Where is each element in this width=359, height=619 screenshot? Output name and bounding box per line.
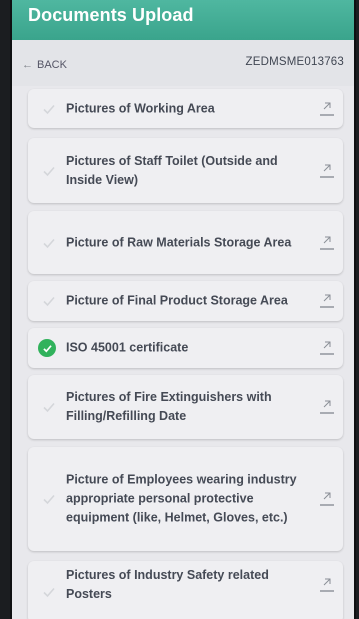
document-item-final-product[interactable]: Picture of Final Product Storage Area — [28, 281, 343, 321]
check-icon — [42, 492, 56, 506]
document-label: Pictures of Working Area — [66, 101, 215, 115]
document-item-employees-ppe[interactable]: Picture of Employees wearing industry ap… — [28, 447, 343, 551]
back-label: BACK — [37, 59, 67, 71]
document-label: Picture of Employees wearing industry ap… — [66, 472, 297, 525]
document-item-fire-extinguishers[interactable]: Pictures of Fire Extinguishers with Fill… — [28, 375, 343, 439]
upload-icon[interactable] — [319, 576, 335, 594]
back-button[interactable]: ← BACK — [22, 59, 67, 71]
document-item-raw-materials[interactable]: Picture of Raw Materials Storage Area — [28, 211, 343, 274]
app-bar: Documents Upload — [12, 0, 354, 40]
document-item-working-area[interactable]: Pictures of Working Area — [28, 89, 343, 128]
upload-icon[interactable] — [319, 162, 335, 180]
phone-screen: Documents Upload ← BACK ZEDMSME013763 Pi… — [10, 0, 356, 619]
check-icon — [42, 236, 56, 250]
upload-icon[interactable] — [319, 490, 335, 508]
check-icon — [42, 400, 56, 414]
upload-icon[interactable] — [319, 398, 335, 416]
document-label: Picture of Raw Materials Storage Area — [66, 235, 292, 249]
upload-icon[interactable] — [319, 339, 335, 357]
upload-icon[interactable] — [319, 292, 335, 310]
check-icon — [42, 102, 56, 116]
document-label: Pictures of Fire Extinguishers with Fill… — [66, 390, 272, 423]
document-label: Pictures of Staff Toilet (Outside and In… — [66, 153, 278, 187]
check-icon — [42, 585, 56, 599]
upload-icon[interactable] — [319, 100, 335, 118]
document-item-staff-toilet[interactable]: Pictures of Staff Toilet (Outside and In… — [28, 138, 343, 203]
upload-icon[interactable] — [319, 234, 335, 252]
application-id: ZEDMSME013763 — [245, 56, 344, 68]
check-circle-icon — [38, 339, 56, 357]
back-arrow-icon: ← — [22, 59, 33, 71]
document-item-iso-45001[interactable]: ISO 45001 certificate — [28, 328, 343, 368]
sub-header: ← BACK ZEDMSME013763 — [12, 40, 354, 86]
check-icon — [42, 164, 56, 178]
document-item-safety-posters[interactable]: Pictures of Industry Safety related Post… — [28, 561, 343, 619]
page-title: Documents Upload — [28, 5, 194, 25]
document-label: Picture of Final Product Storage Area — [66, 293, 288, 308]
document-label: Pictures of Industry Safety related Post… — [66, 568, 269, 601]
check-icon — [42, 294, 56, 308]
document-label: ISO 45001 certificate — [66, 340, 189, 355]
